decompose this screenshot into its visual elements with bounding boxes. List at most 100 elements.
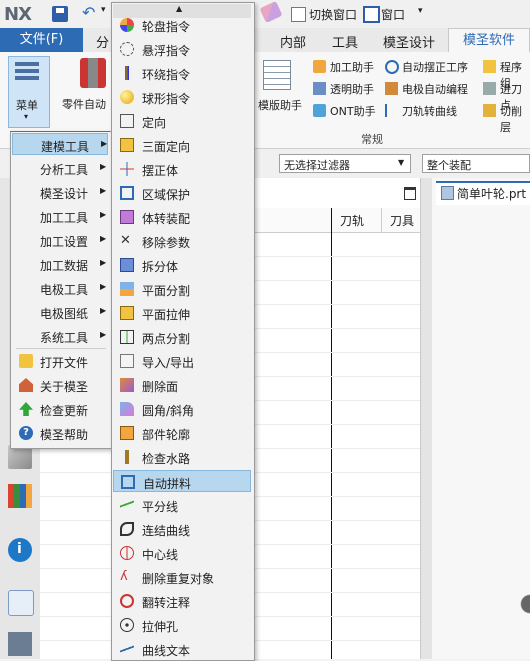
save-icon[interactable]: [52, 6, 68, 22]
menu-button-label: 菜单: [16, 99, 38, 112]
column-divider[interactable]: [381, 208, 382, 232]
reuse-library-icon[interactable]: [8, 484, 32, 508]
submenu-item-fillet[interactable]: 圆角/斜角: [113, 398, 251, 420]
submenu-arrow-icon: ▶: [100, 282, 107, 291]
submenu-item-bisector[interactable]: 平分线: [113, 494, 251, 516]
chevron-down-icon[interactable]: ▼: [398, 158, 404, 167]
tab-file[interactable]: 文件(F): [0, 28, 83, 52]
submenu-item-water-check[interactable]: 检查水路: [113, 446, 251, 468]
info-icon[interactable]: [8, 538, 32, 562]
submenu-item-two-point-split[interactable]: 两点分割: [113, 326, 251, 348]
transparent-helper-button[interactable]: 透明助手: [330, 81, 374, 97]
menu-item-label: 分析工具: [40, 163, 89, 177]
main-menu-item-help[interactable]: ? 模圣帮助: [12, 422, 108, 444]
assembly-scope-dropdown[interactable]: 整个装配: [422, 154, 530, 173]
main-menu-item-check-update[interactable]: 检查更新: [12, 398, 108, 420]
undo-icon[interactable]: ↶: [82, 3, 95, 22]
ont-helper-icon[interactable]: [313, 104, 326, 117]
tab-inner[interactable]: 内部: [280, 32, 306, 51]
submenu-item-flip-note[interactable]: 翻转注释: [113, 590, 251, 612]
auto-stock-icon: [121, 475, 135, 489]
switch-window-button[interactable]: 切换窗口: [309, 6, 357, 23]
window-menu-button[interactable]: 窗口: [381, 6, 405, 23]
submenu-item-centerline[interactable]: 中心线: [113, 542, 251, 564]
plane-split-icon: [120, 282, 134, 296]
submenu-item-align-body[interactable]: 摆正体: [113, 158, 251, 180]
toolpath-curve-icon[interactable]: [385, 104, 395, 117]
three-face-icon: [120, 138, 134, 152]
undo-dropdown-icon[interactable]: ▾: [101, 5, 106, 15]
ont-helper-button[interactable]: ONT助手: [330, 103, 376, 119]
cut-layer-icon[interactable]: [483, 104, 496, 117]
submenu-item-remove-param[interactable]: ✕ 移除参数: [113, 230, 251, 252]
main-menu-item-modeling-tools[interactable]: 建模工具 ▶: [12, 133, 108, 155]
toolpath-curve-button[interactable]: 刀轨转曲线: [402, 103, 457, 119]
submenu-item-split-body[interactable]: 拆分体: [113, 254, 251, 276]
window-dropdown-icon[interactable]: ▾: [418, 6, 423, 16]
main-menu-item-electrode-drawing[interactable]: 电极图纸 ▶: [12, 301, 108, 323]
tab-mold-software[interactable]: 模圣软件: [448, 28, 530, 52]
main-menu-item-system-tools[interactable]: 系统工具 ▶: [12, 325, 108, 347]
submenu-item-outline[interactable]: 部件轮廓: [113, 422, 251, 444]
chevron-up-icon[interactable]: ▲: [176, 4, 182, 13]
transparent-helper-icon[interactable]: [313, 82, 326, 95]
main-menu-item-mold-design[interactable]: 模圣设计 ▶: [12, 181, 108, 203]
submenu-item-curve-text[interactable]: 曲线文本: [113, 638, 251, 660]
submenu-item-delete-face[interactable]: 删除面: [113, 374, 251, 396]
submenu-item-orbit[interactable]: 环绕指令: [113, 62, 251, 84]
submenu-item-body-assembly[interactable]: 体转装配: [113, 206, 251, 228]
selection-filter-dropdown[interactable]: 无选择过滤器: [279, 154, 411, 173]
entry-point-icon[interactable]: [483, 82, 496, 95]
maximize-icon[interactable]: [404, 187, 416, 200]
window-icon[interactable]: [363, 6, 380, 23]
main-menu-item-open-file[interactable]: 打开文件: [12, 350, 108, 372]
submenu-item-float[interactable]: 悬浮指令: [113, 38, 251, 60]
menu-item-label: 打开文件: [40, 356, 89, 370]
program-group-icon[interactable]: [483, 60, 496, 73]
auto-align-op-icon[interactable]: [385, 60, 399, 74]
auto-align-op-button[interactable]: 自动摆正工序: [402, 59, 468, 75]
nx-logo: NX: [4, 4, 32, 25]
cut-layer-button[interactable]: 切削层: [500, 103, 530, 135]
submenu-item-extrude-hole[interactable]: 拉伸孔: [113, 614, 251, 636]
submenu-item-region-protect[interactable]: 区域保护: [113, 182, 251, 204]
tab-partial[interactable]: 分: [96, 32, 109, 51]
submenu-item-auto-stock[interactable]: 自动拼料: [113, 470, 251, 492]
history-icon[interactable]: [8, 632, 32, 656]
submenu-item-plane-split[interactable]: 平面分割: [113, 278, 251, 300]
electrode-auto-icon[interactable]: [385, 82, 398, 95]
column-header-tool[interactable]: 刀具: [390, 212, 414, 229]
submenu-item-orient[interactable]: 定向: [113, 110, 251, 132]
main-menu-item-machining-data[interactable]: 加工数据 ▶: [12, 253, 108, 275]
submenu-item-three-face[interactable]: 三面定向: [113, 134, 251, 156]
submenu-item-dedupe[interactable]: ʎ 删除重复对象: [113, 566, 251, 588]
template-helper-label[interactable]: 模版助手: [258, 97, 302, 113]
template-helper-icon[interactable]: [263, 60, 291, 90]
extrude-hole-icon: [120, 618, 134, 632]
folder-icon: [19, 354, 33, 368]
main-menu-item-machining-settings[interactable]: 加工设置 ▶: [12, 229, 108, 251]
main-menu-item-analysis-tools[interactable]: 分析工具 ▶: [12, 157, 108, 179]
electrode-auto-button[interactable]: 电极自动编程: [402, 81, 468, 97]
wheel-icon: [120, 18, 134, 32]
main-menu-item-about[interactable]: 关于模圣: [12, 374, 108, 396]
main-menu-item-electrode-tools[interactable]: 电极工具 ▶: [12, 277, 108, 299]
column-header-toolpath[interactable]: 刀轨: [340, 212, 364, 229]
machining-helper-icon[interactable]: [313, 60, 326, 73]
main-menu-item-machining-tools[interactable]: 加工工具 ▶: [12, 205, 108, 227]
tab-tool[interactable]: 工具: [332, 32, 358, 51]
part-file-label[interactable]: 简单叶轮.prt: [457, 185, 526, 202]
switch-window-icon[interactable]: [291, 7, 306, 22]
submenu-item-sphere[interactable]: 球形指令: [113, 86, 251, 108]
part-auto-label[interactable]: 零件自动: [62, 96, 106, 112]
submenu-item-plane-extrude[interactable]: 平面拉伸: [113, 302, 251, 324]
region-protect-icon: [120, 186, 134, 200]
submenu-item-join-curve[interactable]: 连结曲线: [113, 518, 251, 540]
tab-mold-design[interactable]: 模圣设计: [383, 32, 435, 51]
submenu-item-import-export[interactable]: 导入/导出: [113, 350, 251, 372]
machining-helper-button[interactable]: 加工助手: [330, 59, 374, 75]
submenu-item-wheel[interactable]: 轮盘指令: [113, 14, 251, 36]
part-auto-icon[interactable]: [80, 58, 106, 88]
submenu-item-label: 曲线文本: [142, 644, 191, 658]
web-browser-icon[interactable]: [8, 590, 34, 616]
